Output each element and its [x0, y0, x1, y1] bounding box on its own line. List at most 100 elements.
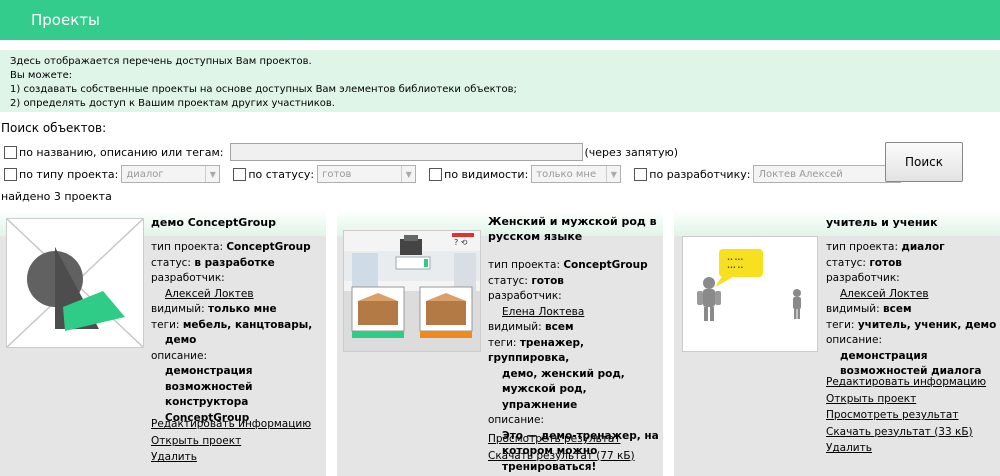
- prop-label: теги:: [488, 336, 517, 349]
- developer-link[interactable]: Алексей Локтев: [165, 288, 254, 300]
- search-row-name: по названию, описанию или тегам: (через …: [4, 142, 678, 162]
- visibility-label: по видимости:: [444, 167, 529, 181]
- prop-label: видимый:: [151, 303, 205, 315]
- project-props: тип проекта: диалог статус: готов разраб…: [826, 240, 996, 380]
- chevron-down-icon: ▼: [606, 166, 620, 182]
- dialog-preview-icon: •• ••• ••• ••: [683, 237, 817, 351]
- prop-label: тип проекта:: [826, 241, 898, 253]
- chevron-down-icon: ▼: [401, 166, 415, 182]
- developer-select-value: Локтев Алексей: [758, 168, 843, 180]
- download-result-link[interactable]: Скачать результат (33 кБ): [826, 424, 986, 441]
- type-select-value: диалог: [126, 168, 164, 180]
- info-line: 2) определять доступ к Вашим проектам др…: [10, 98, 335, 109]
- prop-desc: конструктора: [165, 396, 249, 408]
- results-count: найдено 3 проекта: [1, 190, 112, 203]
- delete-link[interactable]: Удалить: [151, 449, 311, 466]
- prop-desc: демонстрация: [165, 365, 253, 377]
- type-checkbox[interactable]: [4, 167, 17, 181]
- visibility-select-value: только мне: [536, 168, 597, 180]
- developer-select[interactable]: Локтев Алексей ▼: [753, 165, 902, 183]
- developer-checkbox[interactable]: [634, 167, 648, 181]
- project-thumbnail[interactable]: •• ••• ••• ••: [682, 236, 818, 352]
- prop-label: статус:: [488, 274, 528, 287]
- prop-visible: всем: [545, 321, 574, 333]
- status-select-value: готов: [322, 168, 352, 180]
- prop-label: разработчик:: [826, 272, 900, 284]
- project-actions: Просмотреть результат Скачать результат …: [488, 431, 635, 464]
- prop-label: разработчик:: [488, 290, 562, 302]
- prop-label: видимый:: [826, 303, 880, 315]
- developer-link[interactable]: Елена Локтева: [502, 306, 584, 318]
- search-row-filters: по типу проекта: диалог ▼ по статусу: го…: [4, 164, 902, 184]
- prop-label: разработчик:: [151, 272, 225, 284]
- edit-info-link[interactable]: Редактировать информацию: [826, 374, 986, 391]
- view-result-link[interactable]: Просмотреть результат: [826, 407, 986, 424]
- svg-text:•• •••: •• •••: [727, 257, 743, 263]
- status-checkbox[interactable]: [233, 167, 247, 181]
- prop-tags: демо, женский род,: [502, 367, 625, 380]
- prop-tags: мужской род, упражнение: [502, 383, 587, 411]
- search-button[interactable]: Поиск: [885, 142, 963, 182]
- prop-desc: возможностей: [165, 380, 253, 393]
- open-project-link[interactable]: Открыть проект: [151, 433, 311, 450]
- project-title: демо ConceptGroup: [151, 216, 277, 229]
- prop-tags: демо: [165, 334, 197, 346]
- prop-desc: демонстрация: [840, 349, 928, 362]
- prop-tags: мебель, канцтовары,: [182, 318, 313, 331]
- by-name-label: по названию, описанию или тегам:: [19, 145, 224, 159]
- prop-visible: только мне: [208, 303, 277, 315]
- search-label: Поиск объектов:: [1, 121, 107, 135]
- visibility-select[interactable]: только мне ▼: [531, 165, 622, 183]
- open-project-link[interactable]: Открыть проект: [826, 391, 986, 408]
- info-line: 1) создавать собственные проекты на осно…: [10, 84, 517, 95]
- search-input[interactable]: [229, 143, 583, 161]
- page-title: Проекты: [31, 11, 100, 29]
- prop-label: описание:: [826, 334, 883, 346]
- prop-label: описание:: [151, 349, 208, 362]
- developer-label: по разработчику:: [649, 167, 751, 181]
- type-select[interactable]: диалог ▼: [121, 165, 221, 183]
- prop-label: описание:: [488, 414, 545, 426]
- prop-label: тип проекта:: [488, 259, 560, 271]
- prop-label: теги:: [826, 318, 855, 331]
- visibility-checkbox[interactable]: [429, 167, 443, 181]
- download-result-link[interactable]: Скачать результат (77 кБ): [488, 448, 635, 465]
- info-panel: Здесь отображается перечень доступных Ва…: [0, 50, 1000, 112]
- status-select[interactable]: готов ▼: [317, 165, 417, 183]
- prop-label: тип проекта:: [151, 241, 223, 253]
- project-actions: Редактировать информацию Открыть проект …: [151, 416, 311, 466]
- status-label: по статусу:: [248, 167, 315, 181]
- developer-link[interactable]: Алексей Локтев: [840, 288, 929, 300]
- project-actions: Редактировать информацию Открыть проект …: [826, 374, 986, 457]
- project-card: ? ⟲ Женский и мужской род в русском язык…: [337, 210, 663, 476]
- project-thumbnail[interactable]: ? ⟲: [343, 230, 481, 352]
- view-result-link[interactable]: Просмотреть результат: [488, 431, 635, 448]
- chevron-down-icon: ▼: [205, 166, 219, 182]
- edit-info-link[interactable]: Редактировать информацию: [151, 416, 311, 433]
- project-card: демо ConceptGroup тип проекта: ConceptGr…: [0, 210, 326, 476]
- prop-label: статус:: [151, 256, 191, 269]
- project-props: тип проекта: ConceptGroup статус: в разр…: [151, 240, 312, 426]
- info-line: Вы можете:: [10, 70, 73, 81]
- prop-tags: учитель, ученик, демо: [857, 318, 997, 331]
- prop-visible: всем: [883, 303, 912, 315]
- placeholder-image-icon: [6, 218, 144, 348]
- type-label: по типу проекта:: [19, 167, 119, 181]
- prop-label: статус:: [826, 256, 866, 269]
- prop-type: диалог: [901, 241, 945, 253]
- project-title: Женский и мужской род в русском языке: [488, 214, 657, 244]
- project-card: •• ••• ••• •• учитель и ученик тип проек…: [674, 210, 1000, 476]
- prop-status: готов: [869, 256, 902, 269]
- prop-type: ConceptGroup: [563, 259, 648, 271]
- project-title: учитель и ученик: [826, 216, 938, 229]
- prop-status: готов: [531, 274, 564, 287]
- delete-link[interactable]: Удалить: [826, 440, 986, 457]
- project-thumbnail[interactable]: [6, 218, 144, 348]
- search-hint: (через запятую): [584, 145, 679, 159]
- prop-label: видимый:: [488, 321, 542, 333]
- project-title-line: Женский и мужской род в: [488, 215, 657, 228]
- top-bar: Проекты: [0, 0, 1000, 40]
- game-preview-icon: ? ⟲: [344, 231, 480, 351]
- by-name-checkbox[interactable]: [4, 145, 17, 159]
- svg-text:? ⟲: ? ⟲: [454, 238, 468, 247]
